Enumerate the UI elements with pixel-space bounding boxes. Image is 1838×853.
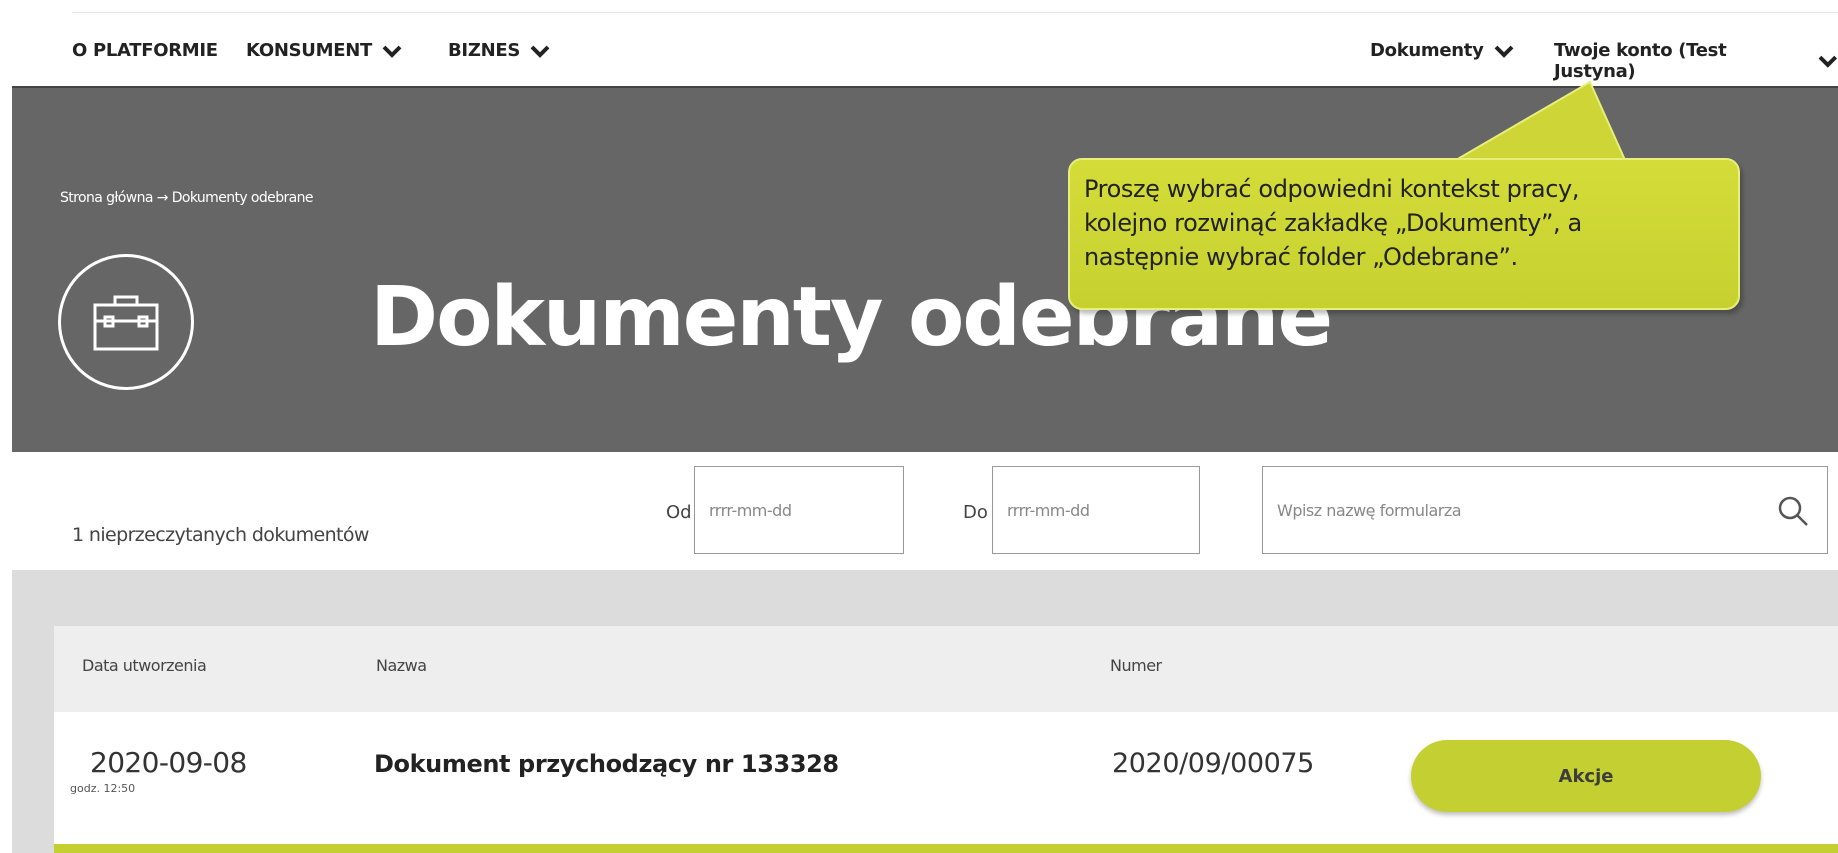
nav-twoje-konto-label: Twoje konto (Test Justyna) bbox=[1554, 40, 1727, 82]
nav-dokumenty[interactable]: Dokumenty bbox=[1370, 40, 1514, 61]
briefcase-icon bbox=[58, 254, 194, 390]
search-placeholder: Wpisz nazwę formularza bbox=[1277, 501, 1462, 520]
table-row[interactable]: 2020-09-08 godz. 12:50 Dokument przychod… bbox=[54, 712, 1838, 844]
nav-dokumenty-label: Dokumenty bbox=[1370, 40, 1484, 61]
main-navigation: O PLATFORMIE KONSUMENT BIZNES Dokumenty … bbox=[0, 0, 1838, 88]
actions-button[interactable]: Akcje bbox=[1411, 740, 1761, 812]
chevron-down-icon bbox=[1818, 55, 1838, 68]
date-from-label: Od bbox=[666, 502, 692, 523]
chevron-down-icon bbox=[382, 45, 402, 58]
nav-biznes-label: BIZNES bbox=[448, 40, 520, 61]
bottom-accent-strip bbox=[54, 844, 1838, 853]
nav-o-platformie[interactable]: O PLATFORMIE bbox=[72, 40, 218, 61]
table-header: Data utworzenia Nazwa Numer bbox=[54, 626, 1838, 712]
callout-line-3: następnie wybrać folder „Odebrane”. bbox=[1084, 243, 1518, 271]
row-document-name[interactable]: Dokument przychodzący nr 133328 bbox=[374, 750, 839, 778]
nav-twoje-konto[interactable]: Twoje konto (Test Justyna) bbox=[1554, 40, 1838, 82]
header-name[interactable]: Nazwa bbox=[376, 656, 427, 675]
nav-konsument-label: KONSUMENT bbox=[246, 40, 372, 61]
search-icon[interactable] bbox=[1775, 493, 1811, 529]
search-input[interactable]: Wpisz nazwę formularza bbox=[1262, 466, 1828, 554]
date-from-placeholder: rrrr-mm-dd bbox=[709, 501, 792, 520]
row-time: godz. 12:50 bbox=[70, 782, 136, 795]
header-number[interactable]: Numer bbox=[1110, 656, 1162, 675]
unread-count: 1 nieprzeczytanych dokumentów bbox=[72, 524, 369, 546]
date-to-placeholder: rrrr-mm-dd bbox=[1007, 501, 1090, 520]
breadcrumb-home[interactable]: Strona główna bbox=[60, 190, 153, 206]
instruction-callout: Proszę wybrać odpowiedni kontekst pracy,… bbox=[1068, 158, 1740, 310]
date-to-input[interactable]: rrrr-mm-dd bbox=[992, 466, 1200, 554]
callout-line-2: kolejno rozwinąć zakładkę „Dokumenty”, a bbox=[1084, 209, 1582, 237]
date-from-input[interactable]: rrrr-mm-dd bbox=[694, 466, 904, 554]
header-date[interactable]: Data utworzenia bbox=[82, 656, 207, 675]
row-date: 2020-09-08 bbox=[90, 746, 247, 779]
nav-konsument[interactable]: KONSUMENT bbox=[246, 40, 402, 61]
breadcrumb-current: Dokumenty odebrane bbox=[171, 190, 314, 206]
breadcrumb-arrow-icon: → bbox=[156, 190, 169, 206]
chevron-down-icon bbox=[530, 45, 550, 58]
nav-biznes[interactable]: BIZNES bbox=[448, 40, 550, 61]
nav-o-platformie-label: O PLATFORMIE bbox=[72, 40, 218, 61]
breadcrumb: Strona główna → Dokumenty odebrane bbox=[60, 190, 314, 206]
row-document-number: 2020/09/00075 bbox=[1112, 748, 1314, 779]
date-to-label: Do bbox=[963, 502, 988, 523]
callout-text: Proszę wybrać odpowiedni kontekst pracy,… bbox=[1084, 172, 1582, 274]
callout-line-1: Proszę wybrać odpowiedni kontekst pracy, bbox=[1084, 175, 1580, 203]
chevron-down-icon bbox=[1494, 45, 1513, 58]
